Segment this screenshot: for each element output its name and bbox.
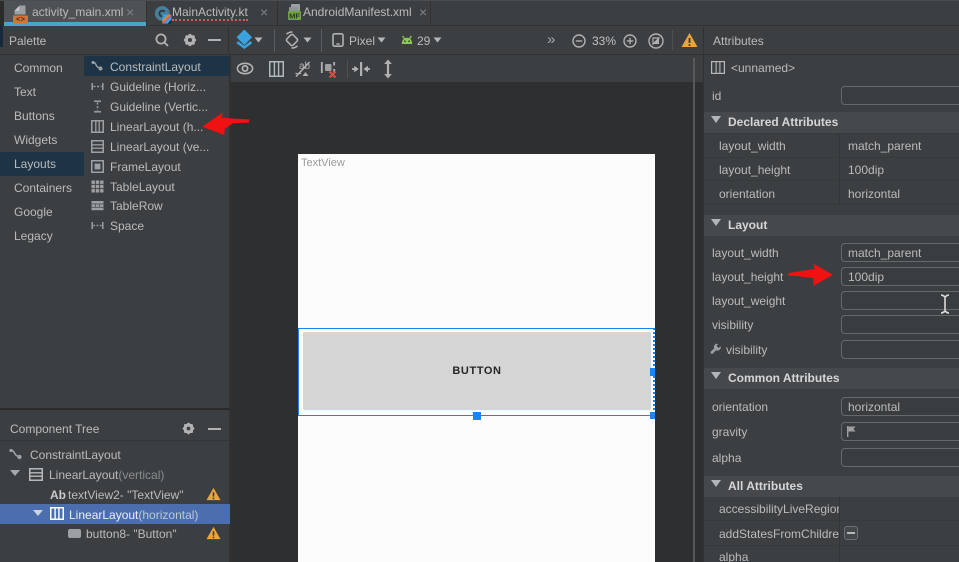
svg-text:<>: <> [16,17,26,23]
svg-text:MF: MF [289,12,300,21]
